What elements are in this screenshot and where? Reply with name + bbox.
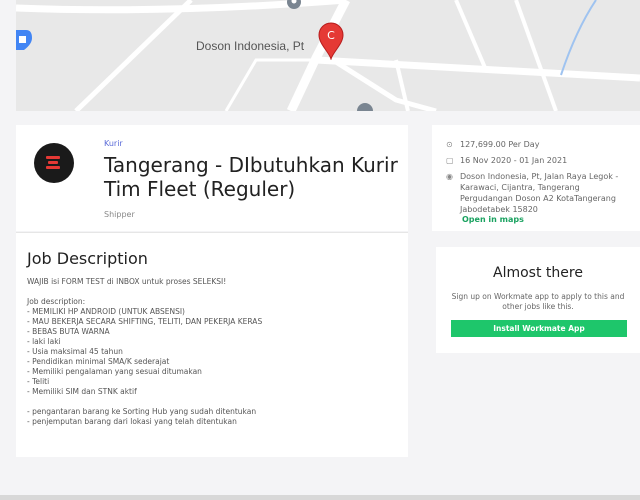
- almost-there-card: Almost there Sign up on Workmate app to …: [436, 247, 640, 353]
- open-in-maps-link[interactable]: Open in maps: [462, 215, 524, 224]
- location-map[interactable]: Doson Indonesia, Pt C: [16, 0, 640, 111]
- list-item: - pengantaran barang ke Sorting Hub yang…: [27, 407, 257, 416]
- install-app-button[interactable]: Install Workmate App: [451, 320, 627, 337]
- salary-text: 127,699.00 Per Day: [460, 140, 540, 149]
- company-name: Shipper: [104, 210, 135, 219]
- list-item: - Usia maksimal 45 tahun: [27, 347, 123, 356]
- pin-letter: C: [327, 29, 335, 42]
- description-body: WAJIB isi FORM TEST di INBOX untuk prose…: [27, 277, 397, 427]
- list-item: - Teliti: [27, 377, 50, 386]
- list-item: - laki laki: [27, 337, 61, 346]
- calendar-icon: ▢: [446, 156, 454, 165]
- section-heading: Job Description: [27, 249, 148, 268]
- cta-title: Almost there: [493, 265, 583, 281]
- map-place-label: Doson Indonesia, Pt: [196, 39, 305, 53]
- salary-row: ⊙ 127,699.00 Per Day: [446, 139, 630, 150]
- map-marker-icon: [356, 102, 374, 111]
- job-category[interactable]: Kurir: [104, 139, 123, 148]
- date-text: 16 Nov 2020 - 01 Jan 2021: [460, 156, 568, 165]
- list-item: - penjemputan barang dari lokasi yang te…: [27, 417, 237, 426]
- list-item: - Pendidikan minimal SMA/K sederajat: [27, 357, 170, 366]
- shopping-bag-icon: [16, 30, 32, 50]
- company-logo: [34, 143, 74, 183]
- money-icon: ⊙: [446, 140, 453, 149]
- page-bottom-divider: [0, 495, 640, 500]
- cta-text: Sign up on Workmate app to apply to this…: [451, 292, 625, 311]
- list-item: - BEBAS BUTA WARNA: [27, 327, 110, 336]
- job-description-card: Job Description WAJIB isi FORM TEST di I…: [16, 232, 408, 457]
- address-row: ◉ Doson Indonesia, Pt, Jalan Raya Legok …: [446, 171, 630, 215]
- job-header: Kurir Tangerang - DIbutuhkan Kurir Tim F…: [16, 125, 408, 231]
- list-item: - MAU BEKERJA SECARA SHIFTING, TELITI, D…: [27, 317, 263, 326]
- map-marker-icon: [286, 0, 302, 10]
- location-pin-icon[interactable]: C: [318, 22, 344, 60]
- location-pin-icon: ◉: [446, 172, 453, 181]
- description-intro: WAJIB isi FORM TEST di INBOX untuk prose…: [27, 277, 227, 286]
- list-item: - Memiliki SIM dan STNK aktif: [27, 387, 137, 396]
- page-title: Tangerang - DIbutuhkan Kurir Tim Fleet (…: [104, 153, 398, 201]
- list-item: - MEMILIKI HP ANDROID (UNTUK ABSENSI): [27, 307, 185, 316]
- date-row: ▢ 16 Nov 2020 - 01 Jan 2021: [446, 155, 630, 166]
- list-item: - Memiliki pengalaman yang sesuai dituma…: [27, 367, 202, 376]
- address-text: Doson Indonesia, Pt, Jalan Raya Legok - …: [460, 172, 619, 214]
- description-list-heading: Job description:: [27, 297, 86, 306]
